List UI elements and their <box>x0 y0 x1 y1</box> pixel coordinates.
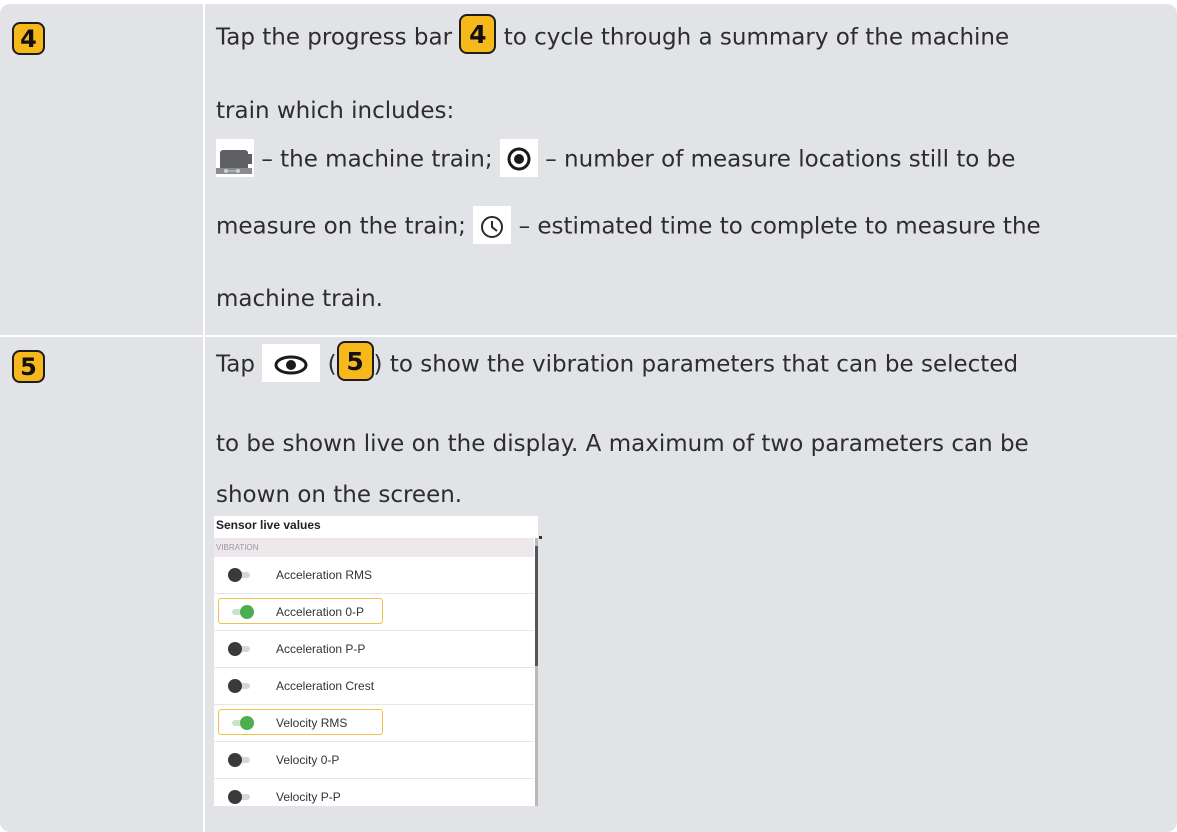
column-divider <box>203 4 205 832</box>
toggle-on[interactable] <box>228 605 254 619</box>
sensor-row-label: Acceleration 0-P <box>276 605 365 619</box>
step-badge-5: 5 <box>12 350 45 383</box>
sensor-row[interactable]: Acceleration 0-P <box>214 594 534 631</box>
sensor-row-label: Acceleration P-P <box>276 642 366 656</box>
row4-line4-a: measure on the train; <box>216 213 466 240</box>
row5-line1: Tap (5) to show the vibration parameters… <box>216 341 1019 385</box>
eye-icon <box>262 344 321 382</box>
machine-train-icon <box>216 139 254 177</box>
row4-line1-pre: Tap the progress bar <box>216 24 453 51</box>
row5-line1-pre: Tap <box>216 351 255 378</box>
x-icon <box>228 642 242 656</box>
panel-section-header: VIBRATION <box>214 538 534 557</box>
x-icon <box>228 679 242 693</box>
sensor-row-label: Acceleration Crest <box>276 679 375 693</box>
x-icon <box>228 790 242 804</box>
row4-line4: measure on the train; – estimated time t… <box>216 206 1041 246</box>
row5-line1-post: ) to show the vibration parameters that … <box>373 351 1019 378</box>
row5-paren-open: ( <box>327 351 337 378</box>
sensor-row[interactable]: Velocity 0-P <box>214 742 534 779</box>
sensor-row[interactable]: Acceleration Crest <box>214 668 534 705</box>
sensor-row-label: Velocity RMS <box>276 716 348 730</box>
row4-line1: Tap the progress bar 4 to cycle through … <box>216 14 1010 58</box>
sensor-row-label: Acceleration RMS <box>276 568 373 582</box>
row-divider <box>0 335 1177 337</box>
row4-line3-b: – number of measure locations still to b… <box>545 146 1016 173</box>
row4-line4-b: – estimated time to complete to measure … <box>518 213 1041 240</box>
clock-icon <box>473 206 512 244</box>
sensor-row[interactable]: Velocity P-P <box>214 779 534 806</box>
measure-location-icon <box>499 139 538 177</box>
toggle-off[interactable] <box>228 679 252 693</box>
row5-line2: to be shown live on the display. A maxim… <box>216 431 1029 457</box>
toggle-on[interactable] <box>228 716 254 730</box>
sensor-row-label: Velocity 0-P <box>276 753 340 767</box>
row4-line5: machine train. <box>216 286 383 312</box>
sensor-row[interactable]: Acceleration P-P <box>214 631 534 668</box>
dot-mark <box>539 536 542 539</box>
panel-title: Sensor live values <box>216 518 321 532</box>
instruction-table: 4 Tap the progress bar 4 to cycle throug… <box>0 4 1177 832</box>
row4-line3-a: – the machine train; <box>261 146 493 173</box>
row5-line3: shown on the screen. <box>216 482 463 508</box>
toggle-off[interactable] <box>228 642 252 656</box>
toggle-off[interactable] <box>228 790 252 804</box>
check-icon <box>240 716 254 730</box>
x-icon <box>228 568 242 582</box>
sensor-live-values-panel: Sensor live values VIBRATION Acceleratio… <box>214 516 538 806</box>
inline-badge-5: 5 <box>336 341 374 381</box>
sensor-row[interactable]: Velocity RMS <box>214 705 534 742</box>
step-badge-4: 4 <box>12 22 45 55</box>
inline-badge-4: 4 <box>459 14 497 54</box>
row4-line3: – the machine train; – number of measure… <box>216 139 1016 179</box>
x-icon <box>228 753 242 767</box>
row4-line2: train which includes: <box>216 98 455 124</box>
toggle-off[interactable] <box>228 753 252 767</box>
row4-line1-post: to cycle through a summary of the machin… <box>503 24 1010 51</box>
sensor-row-label: Velocity P-P <box>276 790 341 804</box>
check-icon <box>240 605 254 619</box>
scroll-thumb[interactable] <box>535 546 538 666</box>
toggle-off[interactable] <box>228 568 252 582</box>
sensor-row[interactable]: Acceleration RMS <box>214 557 534 594</box>
